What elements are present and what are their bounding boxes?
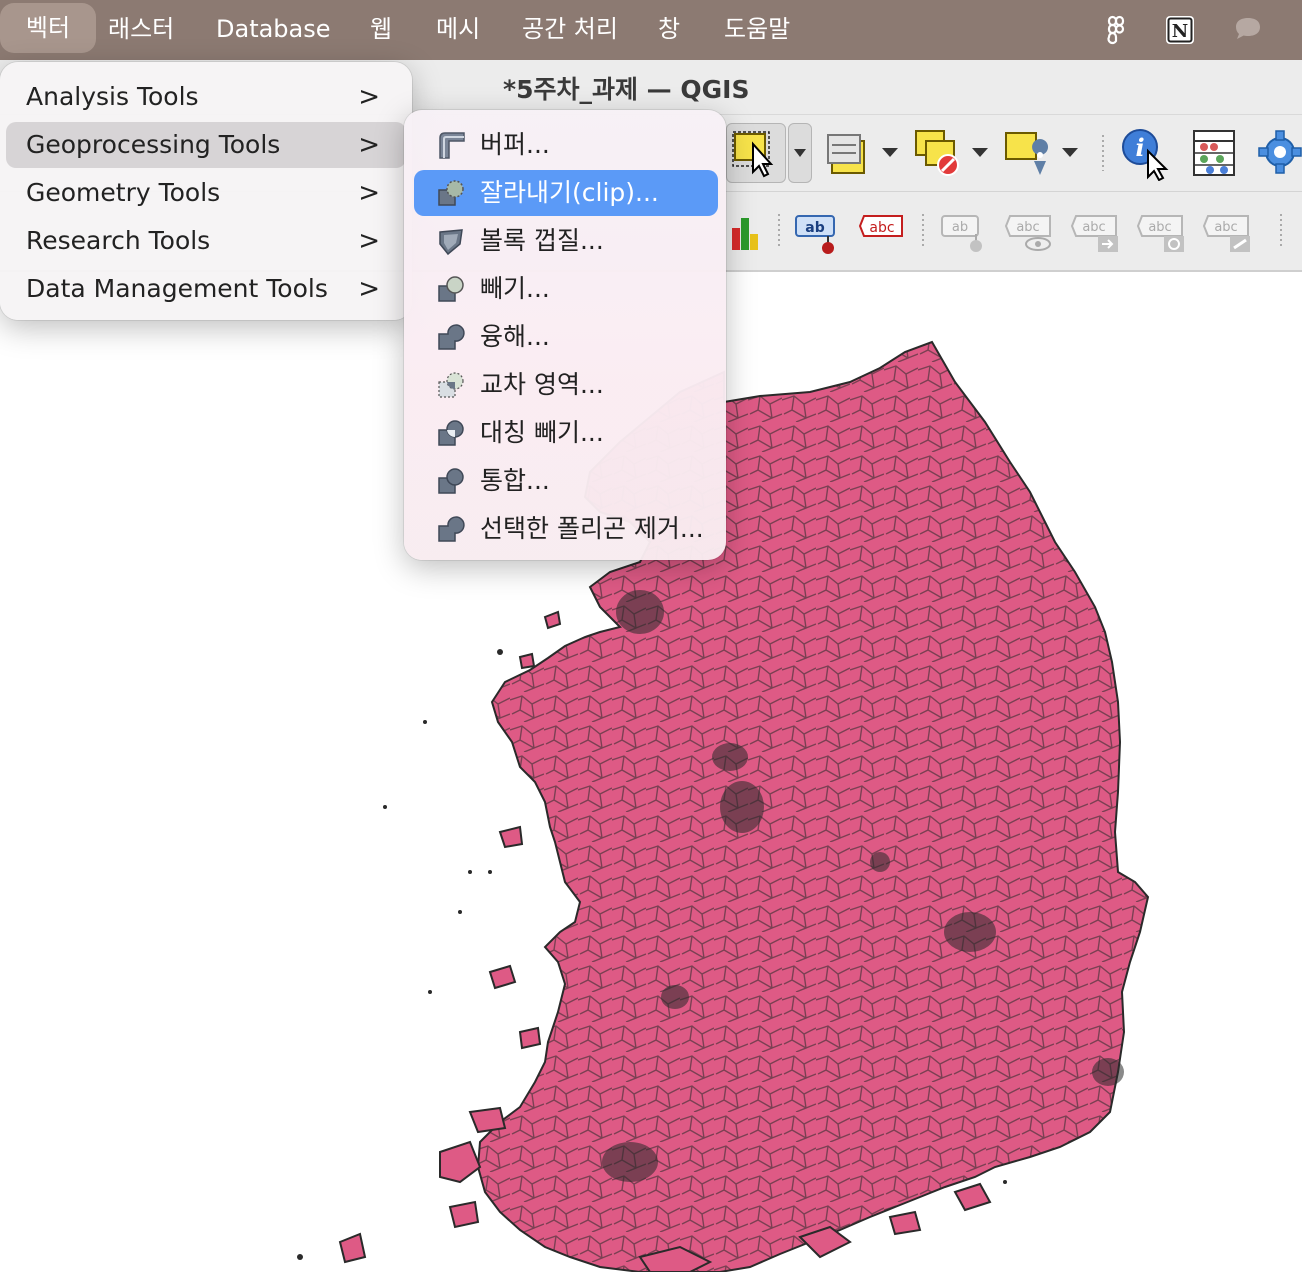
select-features-button[interactable]: [726, 123, 786, 183]
deselect-features-icon[interactable]: [914, 127, 964, 177]
svg-text:abc: abc: [1214, 220, 1237, 235]
svg-text:ab: ab: [952, 220, 968, 235]
menu-item-union[interactable]: 통합...: [414, 458, 718, 504]
select-features-dropdown[interactable]: [788, 123, 812, 183]
union-icon: [438, 468, 464, 494]
menu-item-difference[interactable]: 빼기...: [414, 266, 718, 312]
eliminate-polygons-icon: [438, 516, 465, 542]
toolbar-separator: [1280, 214, 1282, 248]
menu-vector[interactable]: 벡터: [0, 3, 96, 53]
menu-item-buffer[interactable]: 버퍼...: [414, 122, 718, 168]
chevron-right-icon: >: [358, 274, 380, 304]
convex-hull-icon: [439, 229, 463, 256]
svg-text:abc: abc: [1148, 220, 1171, 235]
toolbar-separator: [778, 214, 780, 248]
menu-database[interactable]: Database: [216, 0, 331, 60]
figma-icon[interactable]: [1100, 14, 1132, 46]
svg-text:abc: abc: [869, 220, 894, 236]
clip-icon: [438, 180, 464, 206]
menu-item-eliminate-polygons[interactable]: 선택한 폴리곤 제거...: [414, 506, 718, 552]
buffer-icon: [439, 132, 465, 159]
menu-item-symmetrical-difference[interactable]: 대칭 빼기...: [414, 410, 718, 456]
menu-item-analysis-tools[interactable]: Analysis Tools >: [6, 74, 406, 120]
chevron-down-icon[interactable]: [880, 145, 900, 159]
chevron-right-icon: >: [358, 178, 380, 208]
settings-gear-icon[interactable]: [1256, 127, 1302, 177]
svg-text:abc: abc: [1082, 220, 1105, 235]
svg-text:abc: abc: [1016, 220, 1039, 235]
menu-item-research-tools[interactable]: Research Tools >: [6, 218, 406, 264]
select-features-icon: [732, 131, 774, 178]
toolbar-separator: [1102, 135, 1104, 171]
menu-item-geometry-tools[interactable]: Geometry Tools >: [6, 170, 406, 216]
menu-item-geoprocessing-tools[interactable]: Geoprocessing Tools >: [6, 122, 406, 168]
vector-menu: Analysis Tools > Geoprocessing Tools > Geo…: [0, 62, 412, 320]
chevron-right-icon: >: [358, 226, 380, 256]
rotate-label-icon[interactable]: abc: [1136, 210, 1188, 254]
system-menubar: 벡터 래스터 Database 웹 메시 공간 처리 창 도움말 N: [0, 0, 1302, 60]
show-hide-labels-icon[interactable]: abc: [1004, 210, 1056, 254]
menu-item-clip[interactable]: 잘라내기(clip)...: [414, 170, 718, 216]
change-label-icon[interactable]: abc: [1202, 210, 1254, 254]
chevron-right-icon: >: [358, 82, 380, 112]
select-by-value-icon[interactable]: [826, 129, 870, 177]
attribute-table-icon[interactable]: [1190, 127, 1238, 179]
geoprocessing-submenu: 버퍼... 잘라내기(clip)... 볼록 껍질... 빼기... 융해...: [404, 110, 726, 560]
chevron-right-icon: >: [358, 130, 380, 160]
diagram-icon[interactable]: [726, 210, 760, 252]
svg-text:i: i: [1135, 133, 1144, 162]
chevron-down-icon[interactable]: [1060, 145, 1080, 159]
svg-text:ab: ab: [805, 220, 824, 236]
menu-help[interactable]: 도움말: [724, 0, 790, 60]
dissolve-icon: [438, 324, 465, 350]
layer-labeling-icon[interactable]: ab: [794, 210, 842, 254]
menu-window[interactable]: 창: [658, 0, 680, 60]
symmetrical-difference-icon: [438, 420, 464, 446]
difference-icon: [438, 276, 464, 302]
toolbar-separator: [922, 214, 924, 248]
menu-item-dissolve[interactable]: 융해...: [414, 314, 718, 360]
select-by-location-icon[interactable]: [1004, 127, 1054, 177]
chat-bubble-icon[interactable]: [1232, 14, 1264, 46]
menu-web[interactable]: 웹: [370, 0, 392, 60]
window-title: *5주차_과제 — QGIS: [503, 75, 750, 104]
menu-item-convex-hull[interactable]: 볼록 껍질...: [414, 218, 718, 264]
identify-features-icon[interactable]: i: [1120, 125, 1174, 181]
menu-mesh[interactable]: 메시: [436, 0, 480, 60]
intersection-icon: [438, 372, 464, 398]
menu-processing[interactable]: 공간 처리: [522, 0, 618, 60]
chevron-down-icon[interactable]: [970, 145, 990, 159]
menu-raster[interactable]: 래스터: [108, 0, 174, 60]
svg-text:N: N: [1172, 21, 1188, 42]
layer-labeling-rules-icon[interactable]: abc: [858, 210, 906, 254]
move-label-icon[interactable]: abc: [1070, 210, 1122, 254]
notion-icon[interactable]: N: [1164, 14, 1196, 46]
menu-item-data-management-tools[interactable]: Data Management Tools >: [6, 266, 406, 312]
chevron-down-icon: [794, 149, 806, 157]
pin-labels-icon[interactable]: ab: [940, 210, 990, 254]
menu-item-intersection[interactable]: 교차 영역...: [414, 362, 718, 408]
